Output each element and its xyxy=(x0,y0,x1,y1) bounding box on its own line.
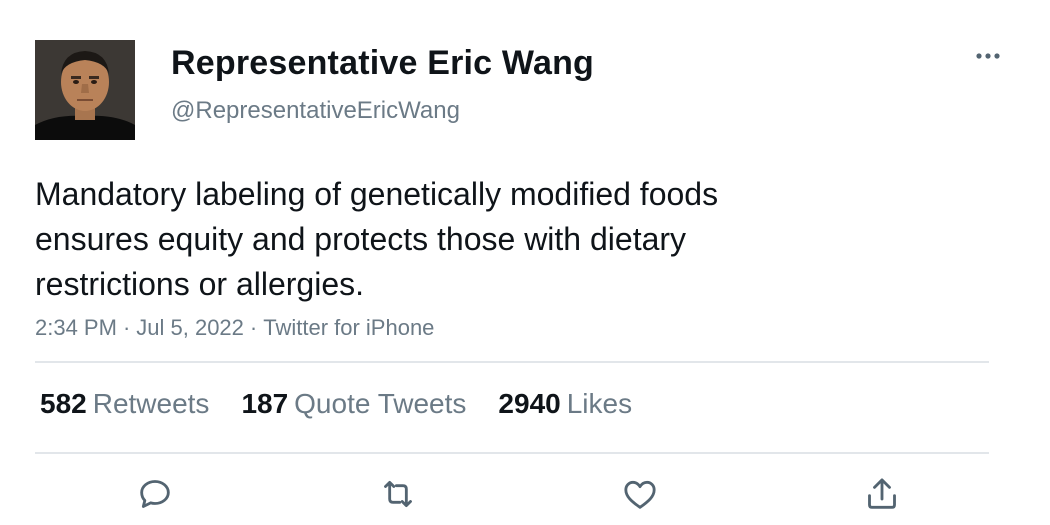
engagement-stats: 582 Retweets 187 Quote Tweets 2940 Likes xyxy=(40,388,632,420)
tweet-date[interactable]: Jul 5, 2022 xyxy=(136,315,244,340)
share-icon[interactable] xyxy=(862,474,902,514)
like-icon[interactable] xyxy=(620,474,660,514)
more-options-icon[interactable] xyxy=(970,42,1006,70)
user-handle[interactable]: @RepresentativeEricWang xyxy=(171,97,460,125)
reply-icon[interactable] xyxy=(135,474,175,514)
retweets-stat[interactable]: 582 Retweets xyxy=(40,388,209,420)
meta-separator: · xyxy=(122,315,131,340)
tweet-text: Mandatory labeling of genetically modifi… xyxy=(35,172,835,307)
retweets-label: Retweets xyxy=(92,388,210,419)
quote-tweets-label: Quote Tweets xyxy=(294,388,467,419)
tweet-text-line: ensures equity and protects those with d… xyxy=(35,221,687,257)
quote-tweets-count: 187 xyxy=(241,388,289,419)
tweet-time[interactable]: 2:34 PM xyxy=(35,315,117,340)
display-name[interactable]: Representative Eric Wang xyxy=(171,44,594,83)
retweets-count: 582 xyxy=(40,388,87,419)
likes-count: 2940 xyxy=(498,388,561,419)
likes-stat[interactable]: 2940 Likes xyxy=(498,388,632,420)
action-bar xyxy=(0,474,1050,514)
retweet-icon[interactable] xyxy=(378,474,418,514)
tweet-text-line: restrictions or allergies. xyxy=(35,266,364,302)
divider xyxy=(35,452,989,454)
avatar[interactable] xyxy=(35,40,135,140)
tweet-source[interactable]: Twitter for iPhone xyxy=(263,315,434,340)
tweet-text-line: Mandatory labeling of genetically modifi… xyxy=(35,176,719,212)
tweet-metadata: 2:34 PM · Jul 5, 2022 · Twitter for iPhone xyxy=(35,315,434,341)
meta-separator: · xyxy=(249,315,258,340)
likes-label: Likes xyxy=(566,388,633,419)
quote-tweets-stat[interactable]: 187 Quote Tweets xyxy=(241,388,466,420)
divider xyxy=(35,361,989,363)
avatar-photo xyxy=(35,40,135,140)
